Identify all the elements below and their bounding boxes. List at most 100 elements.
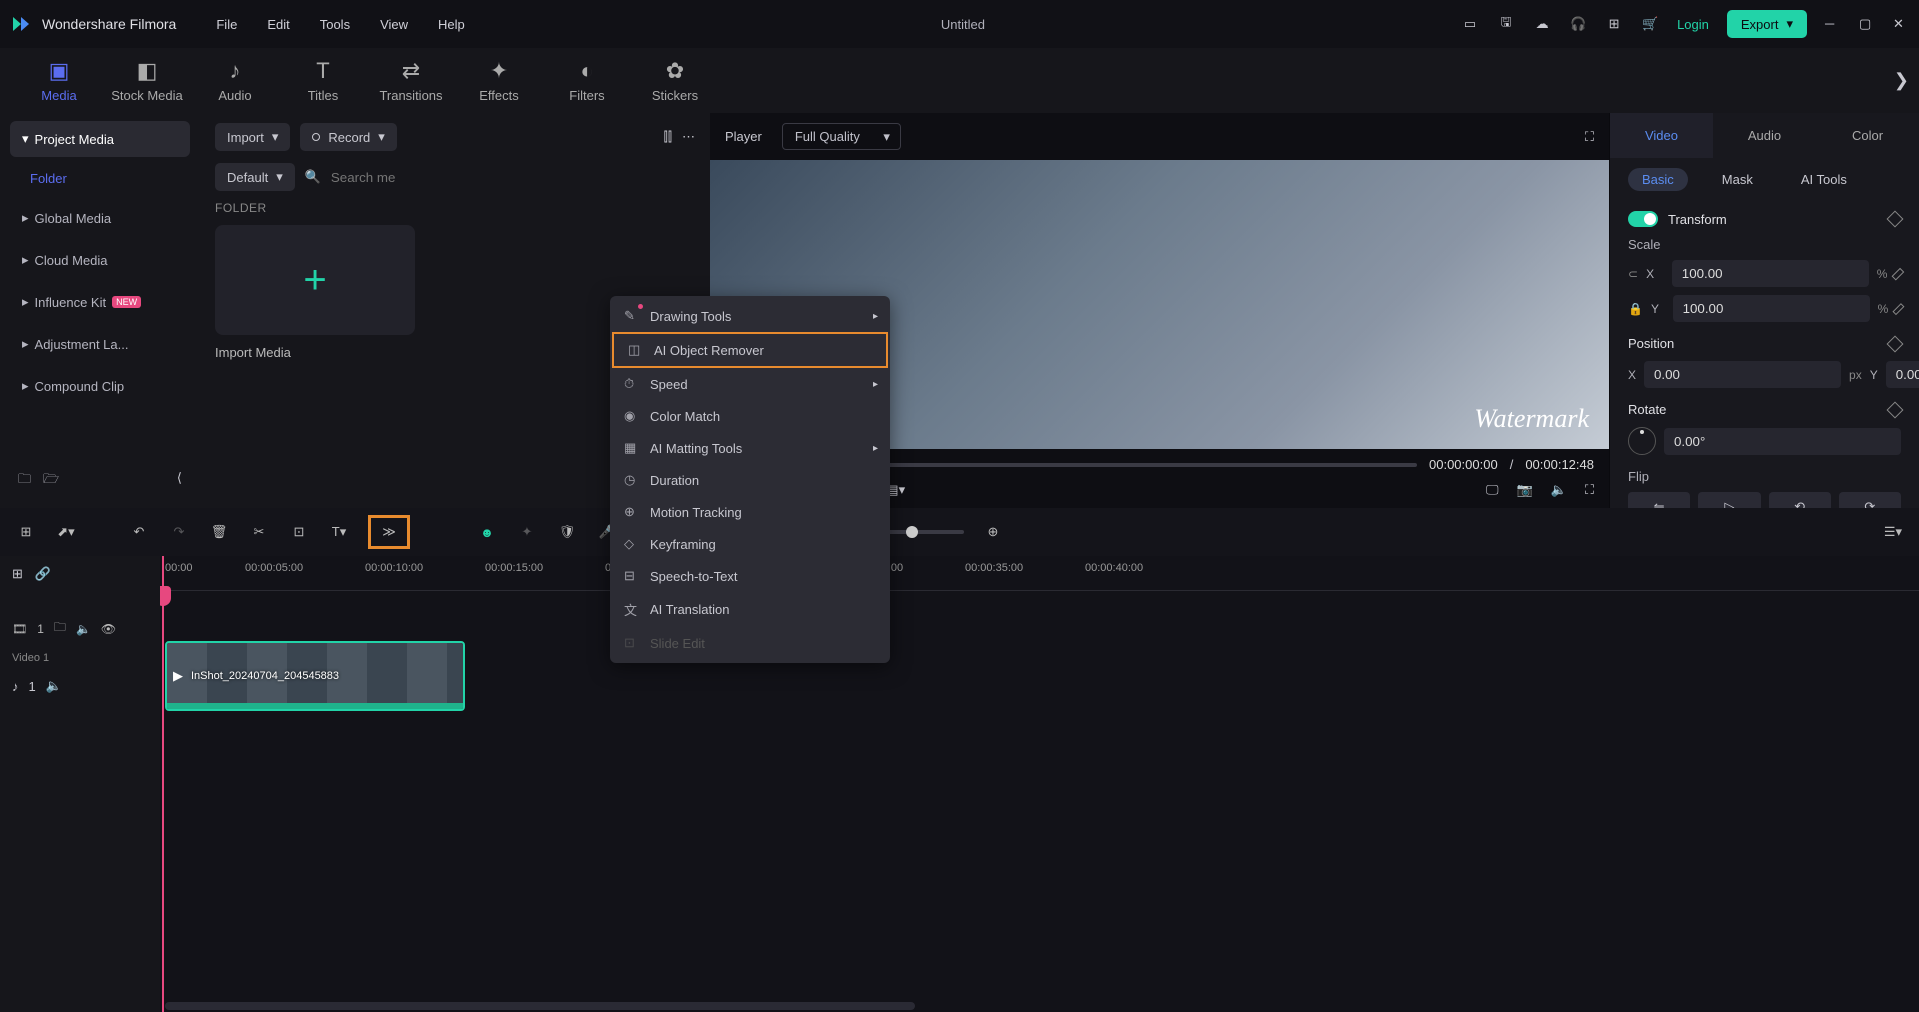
add-folder-icon[interactable]: 🗁 — [43, 470, 59, 492]
ctx-color-match[interactable]: ◉Color Match — [610, 400, 890, 432]
timeline-ruler[interactable]: 00:00 00:00:05:00 00:00:10:00 00:00:15:0… — [160, 556, 1919, 591]
video-track-header[interactable]: 🎞1 🗀 🔈 👁 Video 1 — [0, 591, 160, 666]
video-clip[interactable]: ▶InShot_20240704_204545883 — [165, 641, 465, 711]
tracks-icon[interactable]: ☰▾ — [1882, 521, 1904, 543]
sidebar-influence-kit[interactable]: ▸Influence KitNEW — [10, 284, 190, 320]
menu-tools[interactable]: Tools — [320, 17, 350, 32]
link-icon[interactable]: 🔗 — [35, 566, 51, 582]
camera-icon[interactable]: 📷 — [1517, 482, 1533, 498]
flip-vertical-button[interactable]: ▷ — [1698, 492, 1760, 508]
import-tile[interactable]: + — [215, 225, 415, 335]
grid-icon[interactable]: ⊞ — [15, 521, 37, 543]
nav-stickers[interactable]: ✿Stickers — [636, 51, 714, 111]
search-input[interactable] — [331, 170, 451, 185]
ctx-speed[interactable]: ⏱Speed▸ — [610, 368, 890, 400]
menu-view[interactable]: View — [380, 17, 408, 32]
menu-edit[interactable]: Edit — [267, 17, 289, 32]
shield-icon[interactable]: 🛡 — [556, 521, 578, 543]
more-icon[interactable]: ⋯ — [682, 129, 695, 145]
pos-x-input[interactable] — [1644, 361, 1841, 388]
playhead[interactable] — [162, 556, 164, 1012]
nav-titles[interactable]: TTitles — [284, 51, 362, 111]
flip-horizontal-button[interactable]: ⇋ — [1628, 492, 1690, 508]
nav-transitions[interactable]: ⇄Transitions — [372, 51, 450, 111]
pointer-icon[interactable]: ⬈▾ — [55, 521, 77, 543]
sidebar-compound[interactable]: ▸Compound Clip — [10, 368, 190, 404]
playhead-handle[interactable] — [160, 586, 171, 606]
ctx-ai-translation[interactable]: 文AI Translation — [610, 592, 890, 627]
prop-tab-audio[interactable]: Audio — [1713, 113, 1816, 158]
export-button[interactable]: Export ▾ — [1727, 10, 1807, 38]
sidebar-folder[interactable]: Folder — [10, 163, 190, 194]
apps-icon[interactable]: ⊞ — [1605, 15, 1623, 33]
import-dropdown[interactable]: Import▾ — [215, 123, 290, 151]
quality-dropdown[interactable]: Full Quality ▾ — [782, 123, 901, 150]
pos-y-input[interactable] — [1886, 361, 1919, 388]
cut-icon[interactable]: ✂ — [248, 521, 270, 543]
keyframe-icon[interactable] — [1887, 335, 1904, 352]
flip-rotate-button[interactable]: ⟲ — [1769, 492, 1831, 508]
audio-track-header[interactable]: ♪1 🔈 — [0, 666, 160, 706]
redo-icon[interactable]: ↷ — [168, 521, 190, 543]
sort-dropdown[interactable]: Default▾ — [215, 163, 295, 191]
screen-icon[interactable]: ▭ — [1461, 15, 1479, 33]
mute-icon[interactable]: 🔈 — [76, 622, 91, 636]
subtab-mask[interactable]: Mask — [1708, 168, 1767, 191]
keyframe-icon[interactable] — [1893, 303, 1905, 315]
sidebar-cloud-media[interactable]: ▸Cloud Media — [10, 242, 190, 278]
keyframe-icon[interactable] — [1887, 401, 1904, 418]
ctx-duration[interactable]: ◷Duration — [610, 464, 890, 496]
lock-icon[interactable]: 🔒 — [1628, 302, 1643, 316]
scroll-right-icon[interactable]: ❯ — [1894, 70, 1909, 91]
ctx-keyframing[interactable]: ◇Keyframing — [610, 528, 890, 560]
cart-icon[interactable]: 🛒 — [1641, 15, 1659, 33]
ctx-speech-to-text[interactable]: ⊟Speech-to-Text — [610, 560, 890, 592]
flip-reset-button[interactable]: ⟳ — [1839, 492, 1901, 508]
save-icon[interactable]: 🖫 — [1497, 15, 1515, 33]
menu-file[interactable]: File — [216, 17, 237, 32]
new-folder-icon[interactable]: 🗀 — [18, 470, 31, 492]
undo-icon[interactable]: ↶ — [128, 521, 150, 543]
transform-toggle[interactable] — [1628, 211, 1658, 227]
nav-stock[interactable]: ◧Stock Media — [108, 51, 186, 111]
rotation-dial[interactable] — [1628, 427, 1656, 455]
ctx-ai-object-remover[interactable]: ◫AI Object Remover — [612, 332, 888, 368]
display-icon[interactable]: 🖵 — [1486, 482, 1499, 498]
crop-icon[interactable]: ⊡ — [288, 521, 310, 543]
record-dropdown[interactable]: Record▾ — [300, 123, 396, 151]
collapse-icon[interactable]: ⟨ — [177, 470, 182, 492]
folder-icon[interactable]: 🗀 — [54, 618, 66, 639]
subtab-basic[interactable]: Basic — [1628, 168, 1688, 191]
rotate-input[interactable] — [1664, 428, 1901, 455]
sparkle-icon[interactable]: ✦ — [516, 521, 538, 543]
ctx-ai-matting[interactable]: ▦AI Matting Tools▸ — [610, 432, 890, 464]
delete-icon[interactable]: 🗑 — [208, 521, 230, 543]
lock-icon[interactable]: ⊂ — [1628, 267, 1638, 281]
fullscreen-icon[interactable]: ⛶ — [1585, 482, 1594, 498]
headset-icon[interactable]: 🎧 — [1569, 15, 1587, 33]
prop-tab-color[interactable]: Color — [1816, 113, 1919, 158]
scale-y-input[interactable] — [1673, 295, 1870, 322]
sidebar-global-media[interactable]: ▸Global Media — [10, 200, 190, 236]
login-button[interactable]: Login — [1677, 17, 1709, 32]
mute-icon[interactable]: 🔈 — [46, 678, 62, 694]
sidebar-adjustment[interactable]: ▸Adjustment La... — [10, 326, 190, 362]
nav-media[interactable]: ▣Media — [20, 51, 98, 111]
zoom-handle[interactable] — [906, 526, 918, 538]
snapshot-icon[interactable]: ⛶ — [1585, 129, 1594, 145]
timeline-tracks[interactable]: 00:00 00:00:05:00 00:00:10:00 00:00:15:0… — [160, 556, 1919, 1012]
pin-icon[interactable]: ⊞ — [12, 566, 23, 582]
nav-effects[interactable]: ✦Effects — [460, 51, 538, 111]
sidebar-project-media[interactable]: ▾Project Media — [10, 121, 190, 157]
nav-audio[interactable]: ♪Audio — [196, 51, 274, 111]
maximize-button[interactable]: ▢ — [1859, 16, 1875, 32]
eye-icon[interactable]: 👁 — [101, 622, 116, 636]
close-button[interactable]: ✕ — [1893, 16, 1909, 32]
subtab-aitools[interactable]: AI Tools — [1787, 168, 1861, 191]
keyframe-icon[interactable] — [1887, 211, 1904, 228]
ctx-drawing-tools[interactable]: ✎Drawing Tools▸ — [610, 300, 890, 332]
keyframe-icon[interactable] — [1892, 267, 1904, 279]
cloud-icon[interactable]: ☁ — [1533, 15, 1551, 33]
face-icon[interactable]: ☻ — [476, 521, 498, 543]
zoom-in-icon[interactable]: ⊕ — [982, 521, 1004, 543]
